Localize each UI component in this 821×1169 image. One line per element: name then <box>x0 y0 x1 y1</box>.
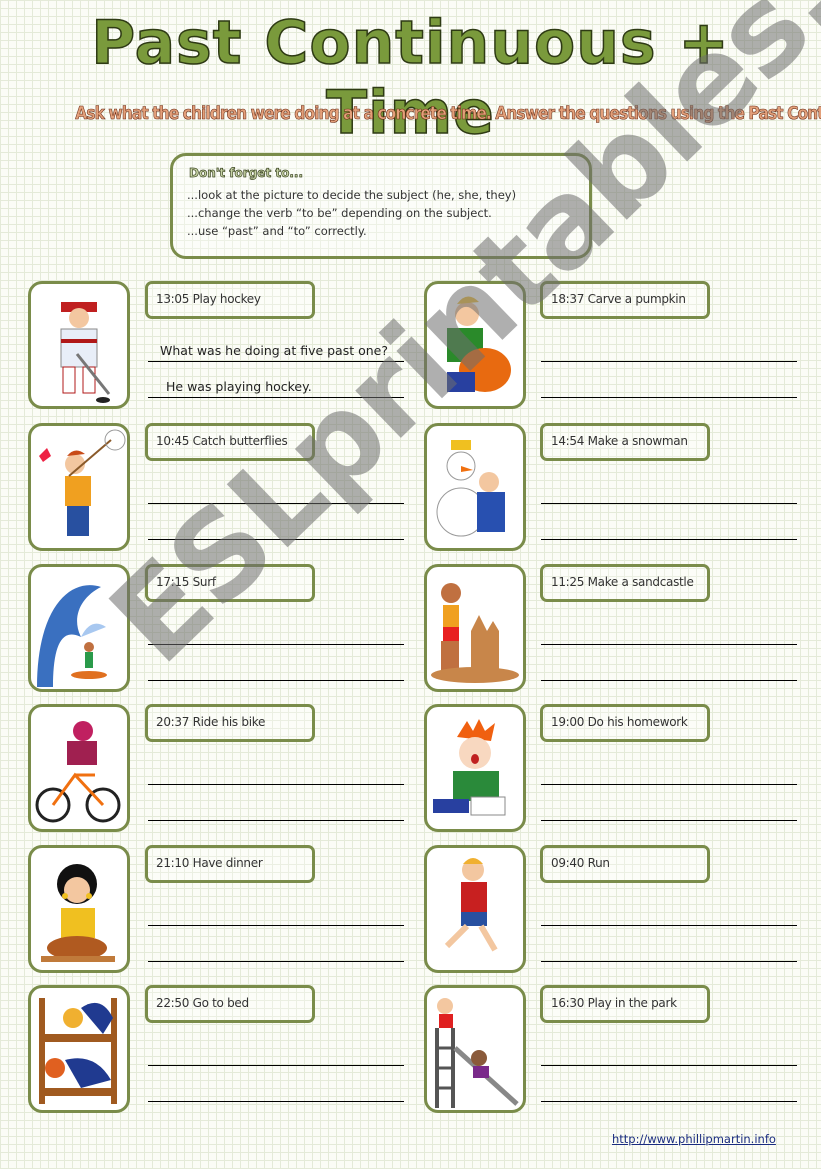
prompt-label: 19:00 Do his homework <box>551 715 688 729</box>
bunk-bed-picture <box>28 985 130 1113</box>
playground-slide-icon <box>435 998 519 1108</box>
answer-line[interactable] <box>148 961 404 962</box>
hockey-player-picture <box>28 281 130 409</box>
answer-line[interactable] <box>541 680 797 681</box>
sandcastle-picture <box>424 564 526 692</box>
page-title: Past Continuous + Time <box>90 7 730 149</box>
dinner-turkey-icon <box>41 864 115 962</box>
answer-line[interactable] <box>148 397 404 398</box>
question-line[interactable] <box>541 1065 797 1066</box>
sandcastle-icon <box>431 583 519 683</box>
homework-picture <box>424 704 526 832</box>
bunk-bed-icon <box>39 998 117 1104</box>
question-line[interactable] <box>541 644 797 645</box>
pumpkin-carving-icon <box>447 296 511 392</box>
prompt-label: 14:54 Make a snowman <box>551 434 688 448</box>
tip-line: ...look at the picture to decide the sub… <box>187 188 517 202</box>
prompt-label: 11:25 Make a sandcastle <box>551 575 694 589</box>
question-line[interactable] <box>148 1065 404 1066</box>
prompt-box: 20:37 Ride his bike <box>145 704 315 742</box>
question-line[interactable] <box>148 784 404 785</box>
prompt-label: 13:05 Play hockey <box>156 292 261 306</box>
prompt-label: 09:40 Run <box>551 856 610 870</box>
answer-line[interactable] <box>541 1101 797 1102</box>
dinner-turkey-picture <box>28 845 130 973</box>
tips-heading: Don't forget to... <box>189 166 304 181</box>
prompt-label: 17:15 Surf <box>156 575 216 589</box>
question-line[interactable] <box>148 644 404 645</box>
answer-text: He was playing hockey. <box>166 379 312 394</box>
answer-line[interactable] <box>148 1101 404 1102</box>
prompt-label: 10:45 Catch butterflies <box>156 434 288 448</box>
hockey-player-icon <box>60 302 111 403</box>
answer-line[interactable] <box>541 961 797 962</box>
prompt-box: 14:54 Make a snowman <box>540 423 710 461</box>
prompt-label: 22:50 Go to bed <box>156 996 249 1010</box>
question-line[interactable] <box>541 784 797 785</box>
snowman-picture <box>424 423 526 551</box>
prompt-box: 22:50 Go to bed <box>145 985 315 1023</box>
question-text: What was he doing at five past one? <box>160 343 389 358</box>
surfing-wave-icon <box>37 585 107 687</box>
prompt-label: 20:37 Ride his bike <box>156 715 266 729</box>
credit-link[interactable]: http://www.phillipmartin.info <box>612 1132 776 1146</box>
prompt-box: 09:40 Run <box>540 845 710 883</box>
prompt-box: 17:15 Surf <box>145 564 315 602</box>
prompt-box: 21:10 Have dinner <box>145 845 315 883</box>
prompt-box: 10:45 Catch butterflies <box>145 423 315 461</box>
prompt-box: 18:37 Carve a pumpkin <box>540 281 710 319</box>
answer-line[interactable] <box>541 820 797 821</box>
answer-line[interactable] <box>148 820 404 821</box>
butterfly-net-picture <box>28 423 130 551</box>
prompt-box: 19:00 Do his homework <box>540 704 710 742</box>
running-boy-picture <box>424 845 526 973</box>
playground-slide-picture <box>424 985 526 1113</box>
tips-box: Don't forget to... ...look at the pictur… <box>170 153 592 259</box>
question-line[interactable] <box>148 361 404 362</box>
answer-line[interactable] <box>148 680 404 681</box>
surfing-wave-picture <box>28 564 130 692</box>
pumpkin-carving-picture <box>424 281 526 409</box>
prompt-box: 13:05 Play hockey <box>145 281 315 319</box>
running-boy-icon <box>444 858 498 952</box>
homework-icon <box>433 719 506 816</box>
bicycle-icon <box>35 721 121 823</box>
question-line[interactable] <box>541 503 797 504</box>
question-line[interactable] <box>148 503 404 504</box>
answer-line[interactable] <box>541 539 797 540</box>
prompt-label: 21:10 Have dinner <box>156 856 263 870</box>
answer-line[interactable] <box>541 397 797 398</box>
prompt-box: 11:25 Make a sandcastle <box>540 564 710 602</box>
prompt-label: 18:37 Carve a pumpkin <box>551 292 686 306</box>
prompt-label: 16:30 Play in the park <box>551 996 677 1010</box>
tip-line: ...use “past” and “to” correctly. <box>187 224 367 238</box>
butterfly-net-icon <box>39 429 126 536</box>
prompt-box: 16:30 Play in the park <box>540 985 710 1023</box>
bicycle-picture <box>28 704 130 832</box>
tip-line: ...change the verb “to be” depending on … <box>187 206 492 220</box>
question-line[interactable] <box>148 925 404 926</box>
answer-line[interactable] <box>148 539 404 540</box>
snowman-icon <box>436 440 505 537</box>
question-line[interactable] <box>541 925 797 926</box>
question-line[interactable] <box>541 361 797 362</box>
instructions: Ask what the children were doing at a co… <box>75 103 821 125</box>
